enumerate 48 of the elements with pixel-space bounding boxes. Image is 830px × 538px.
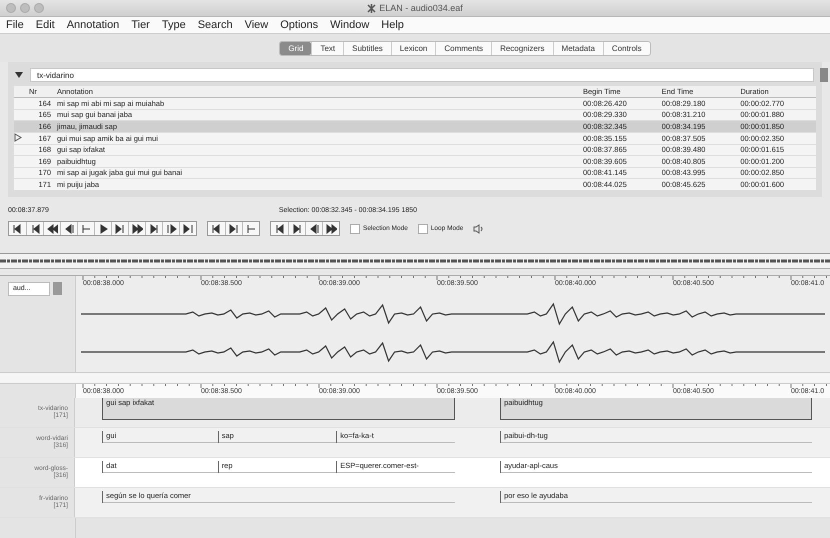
transport-right3-icon [326,224,336,234]
transport-leftbar-icon [80,224,92,234]
transport-right2-icon [114,224,126,234]
menu-item[interactable]: View [244,19,268,31]
scrollbar[interactable] [0,372,830,384]
transport-bar-right-icon [182,224,194,234]
menu-item[interactable]: Type [162,19,186,31]
transport-left2-icon [46,224,58,234]
triangle-icon[interactable] [14,70,24,80]
transport-bar-right2-icon [166,224,176,234]
transport-button[interactable] [128,222,145,235]
tab[interactable]: Metadata [552,42,603,54]
transport-right-icon [292,224,302,234]
menu-item[interactable]: Edit [36,19,55,31]
tier-dropdown[interactable]: tx-vidarino [30,68,814,82]
tab[interactable]: Text [311,42,344,54]
current-marker-icon [14,132,22,142]
menu-item[interactable]: Options [280,19,318,31]
menu-item[interactable]: Tier [131,19,150,31]
transport-button[interactable] [43,222,60,235]
menu-item[interactable]: Search [198,19,233,31]
navigation-button[interactable] [322,222,339,235]
transport-bar-left-icon [211,224,222,234]
tab[interactable]: Subtitles [343,42,391,54]
menu-item[interactable]: Help [381,19,404,31]
tab[interactable]: Recognizers [491,42,553,54]
menu-item[interactable]: Annotation [66,19,120,31]
transport-right3-icon [132,224,142,234]
transport-leftbar-icon [246,224,256,234]
transport-left-icon [274,224,285,234]
tab[interactable]: Controls [602,42,650,54]
transport-right2-icon [228,224,240,234]
transport-bar-left-icon [12,224,23,234]
transport-left3-icon [308,224,320,234]
transport-play-icon [98,224,108,234]
transport-left3-icon [64,224,74,234]
menu-item[interactable]: File [6,19,24,31]
checkbox[interactable] [350,224,360,234]
checkbox[interactable] [418,224,428,234]
tab[interactable]: Lexicon [390,42,436,54]
menu-item[interactable]: Window [330,19,370,31]
tab[interactable]: Comments [435,42,492,54]
app-icon [367,4,376,12]
speaker-icon[interactable] [473,224,484,234]
window-title: ELAN - audio034.eaf [379,3,463,13]
transport-button[interactable] [162,222,179,235]
transport-right-icon [148,224,160,234]
transport-left-icon [30,224,40,234]
